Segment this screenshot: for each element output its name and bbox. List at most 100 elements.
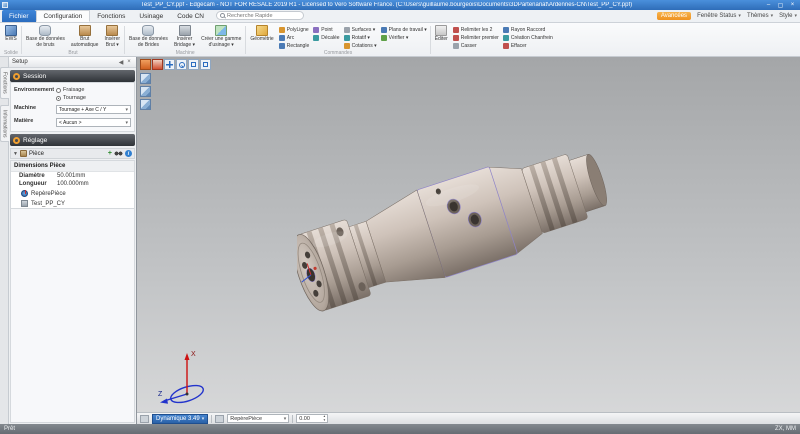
inserer-brut-button[interactable]: Insérer Brut ▾ [101, 24, 123, 48]
casser-button[interactable]: Casser [451, 42, 501, 50]
surfaces-button[interactable]: Surfaces ▾ [342, 26, 379, 34]
tab-fichier[interactable]: Fichier [2, 10, 36, 22]
radio-icon[interactable] [56, 88, 61, 93]
panel-close-icon[interactable]: × [125, 59, 133, 65]
zoom-icon[interactable] [176, 59, 187, 70]
radio-fraisage[interactable]: Fraisage [56, 87, 86, 93]
inserer-bridage-button[interactable]: Insérer Bridage ▾ [171, 24, 198, 48]
rayon-raccord-button[interactable]: Rayon Raccord [501, 26, 555, 34]
creer-gamme-usinage-button[interactable]: Créer une gamme d'usinage ▾ [198, 24, 244, 48]
ews-label: EWS [5, 37, 16, 43]
iso-view-icon[interactable] [140, 73, 151, 84]
longueur-label: Longueur [19, 181, 57, 187]
units-indicator: ZX, MM [775, 426, 796, 432]
setup-view-icon[interactable] [140, 59, 151, 70]
front-view-icon[interactable] [140, 86, 151, 97]
ribbon: EWS Solide Base de données de bruts Brut… [0, 23, 800, 57]
panel-collapse-icon[interactable]: ◀ [117, 59, 125, 66]
add-icon[interactable]: + [108, 150, 112, 157]
stock-display-icon[interactable] [152, 59, 163, 70]
label: Création Chanfrein [511, 35, 553, 41]
rectangle-button[interactable]: Rectangle [277, 42, 312, 50]
arc-button[interactable]: Arc [277, 34, 312, 42]
creation-chanfrein-button[interactable]: Création Chanfrein [501, 34, 555, 42]
reglage-section-header[interactable]: Réglage [10, 134, 135, 146]
relimiter-premier-button[interactable]: Relimiter premier [451, 34, 501, 42]
dynamic-view-indicator[interactable]: Dynamique 3.49 ▾ [152, 414, 208, 424]
cpl-icon[interactable] [215, 415, 224, 423]
sidetab-fonctions[interactable]: Fonctions [0, 67, 9, 99]
label: Point [321, 27, 332, 33]
cotations-button[interactable]: Cotations ▾ [342, 42, 379, 50]
trim-both-icon [453, 27, 459, 33]
surfaces-icon [344, 27, 350, 33]
zoom-fit-icon[interactable] [200, 59, 211, 70]
longueur-row: Longueur 100.000mm [11, 180, 134, 188]
top-view-icon[interactable] [140, 99, 151, 110]
tab-fonctions[interactable]: Fonctions [90, 10, 132, 22]
label: Plans de travail ▾ [389, 27, 427, 33]
verifier-button[interactable]: Vérifier ▾ [379, 34, 429, 42]
point-icon [313, 27, 319, 33]
zoom-window-icon[interactable] [188, 59, 199, 70]
binoculars-icon[interactable] [114, 151, 123, 156]
geometrie-button[interactable]: Géométrie [247, 24, 276, 43]
decalee-button[interactable]: Décalée [311, 34, 341, 42]
rectangle-icon [279, 43, 285, 49]
sidetab-informations[interactable]: Informations [0, 105, 9, 143]
effacer-button[interactable]: Effacer [501, 42, 555, 50]
close-button[interactable]: × [787, 1, 798, 9]
maximize-button[interactable]: ▢ [775, 1, 786, 9]
style-menu[interactable]: Style▾ [779, 13, 797, 19]
style-label: Style [779, 13, 792, 19]
piece-row[interactable]: ▼ Pièce + i [10, 148, 135, 159]
stock-icon [79, 25, 91, 36]
base-donnees-brides-button[interactable]: Base de données de Brides [126, 24, 171, 48]
tab-code-cn[interactable]: Code CN [170, 10, 211, 22]
tree-item-part[interactable]: Test_PP_CY [11, 198, 134, 208]
radio-icon[interactable] [56, 96, 61, 101]
label-line: d'usinage ▾ [209, 43, 234, 49]
relimiter-les-2-button[interactable]: Relimiter les 2 [451, 26, 501, 34]
grid-icon[interactable] [140, 415, 149, 423]
tree-item-repere-piece[interactable]: RepèrePièce [11, 188, 134, 198]
expand-arrow-icon[interactable]: ▼ [13, 151, 18, 157]
quick-search[interactable] [216, 11, 304, 20]
rotate-icon [344, 35, 350, 41]
polyligne-button[interactable]: PolyLigne [277, 26, 312, 34]
fenetre-status-menu[interactable]: Fenêtre Status▾ [697, 13, 741, 19]
info-icon[interactable]: i [125, 150, 132, 157]
machine-dropdown[interactable]: Tournage + Axe C / Y▾ [56, 105, 131, 114]
part-3d-model[interactable] [297, 135, 607, 320]
matiere-dropdown[interactable]: < Aucun >▾ [56, 118, 131, 127]
pan-icon[interactable] [164, 59, 175, 70]
editer-button[interactable]: Éditer [432, 24, 451, 43]
tab-usinage[interactable]: Usinage [132, 10, 170, 22]
stepper-icon[interactable]: ▴▾ [323, 415, 325, 422]
ribbon-group-commandes: Géométrie PolyLigne Arc Rectangle Point … [246, 24, 429, 56]
radio-tournage[interactable]: Tournage [56, 95, 86, 101]
environnement-label: Environnement [14, 87, 54, 93]
z-depth-input[interactable]: 0.00 ▴▾ [296, 414, 328, 423]
z-axis-label: Z [158, 391, 163, 398]
session-section-header[interactable]: Session [10, 70, 135, 82]
ribbon-group-solide: EWS Solide [1, 24, 21, 56]
docked-windows-strip: Fonctions Informations [0, 57, 9, 424]
chevron-down-icon: ▾ [125, 107, 128, 113]
reglage-title: Réglage [23, 137, 47, 144]
rotatif-button[interactable]: Rotatif ▾ [342, 34, 379, 42]
plans-travail-button[interactable]: Plans de travail ▾ [379, 26, 429, 34]
search-input[interactable] [227, 13, 300, 19]
avancees-button[interactable]: Avancées [657, 12, 691, 20]
graphics-viewport[interactable]: X Z Dynamique 3.49 ▾ RepèrePièce ▾ 0.00 … [137, 57, 800, 424]
tab-configuration[interactable]: Configuration [36, 10, 91, 22]
break-icon [453, 43, 459, 49]
cpl-dropdown[interactable]: RepèrePièce ▾ [227, 414, 289, 423]
point-button[interactable]: Point [311, 26, 341, 34]
base-donnees-bruts-button[interactable]: Base de données de bruts [23, 24, 68, 48]
brut-automatique-button[interactable]: Brut automatique [68, 24, 102, 48]
axis-triad: X Z [157, 344, 217, 408]
themes-menu[interactable]: Thèmes▾ [747, 13, 773, 19]
minimize-button[interactable]: – [763, 1, 774, 9]
ews-button[interactable]: EWS [2, 24, 20, 43]
